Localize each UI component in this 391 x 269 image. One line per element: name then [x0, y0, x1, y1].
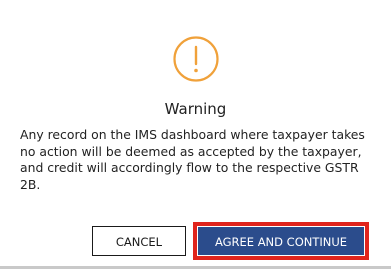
dialog-title: Warning — [164, 100, 227, 118]
message-line: no action will be deemed as accepted by … — [20, 143, 362, 159]
cancel-button[interactable]: CANCEL — [92, 226, 186, 256]
dialog-message: Any record on the IMS dashboard where ta… — [20, 127, 370, 193]
message-line: Any record on the IMS dashboard where ta… — [20, 127, 365, 142]
warning-dialog: Warning Any record on the IMS dashboard … — [0, 0, 391, 269]
agree-and-continue-button[interactable]: AGREE AND CONTINUE — [198, 227, 364, 255]
message-line: 2B. — [20, 176, 41, 192]
warning-circle-icon — [173, 36, 219, 82]
message-line: and credit will accordingly flow to the … — [20, 160, 359, 175]
